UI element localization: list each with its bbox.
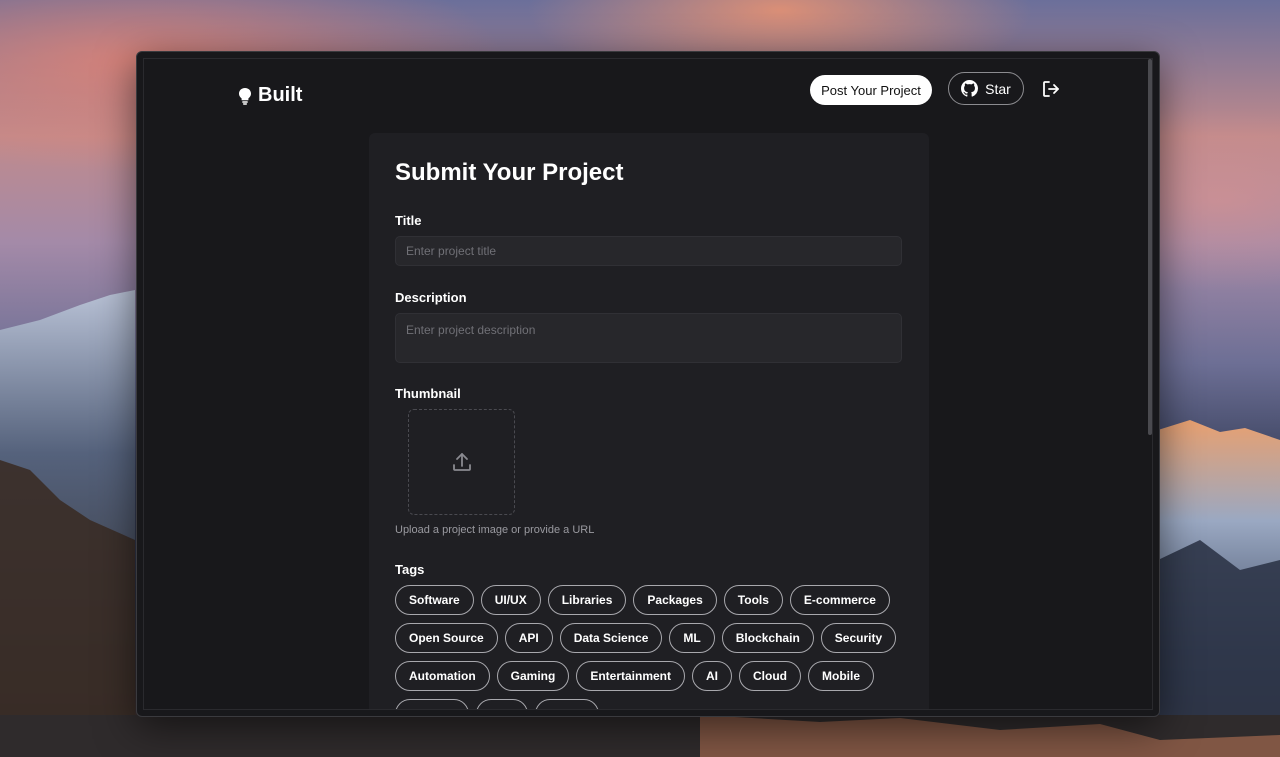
page-scrollbar[interactable] xyxy=(1148,59,1152,435)
title-input[interactable] xyxy=(395,236,902,266)
app-window: Built Post Your Project Star Submit Your… xyxy=(136,51,1160,717)
thumbnail-label: Thumbnail xyxy=(395,386,461,401)
tag-chip[interactable]: ML xyxy=(669,623,715,653)
page-title: Submit Your Project xyxy=(395,159,624,186)
app-viewport: Built Post Your Project Star Submit Your… xyxy=(143,58,1153,710)
tag-chip[interactable]: Open Source xyxy=(395,623,498,653)
tag-chip[interactable]: E-commerce xyxy=(789,585,890,615)
tag-chip[interactable]: UI/UX xyxy=(480,585,541,615)
tag-chip[interactable]: Security xyxy=(820,623,897,653)
tag-chip[interactable]: Gaming xyxy=(496,661,570,691)
tag-chip[interactable]: API xyxy=(504,623,553,653)
brand-name: Built xyxy=(258,84,303,106)
tag-chip[interactable]: Software xyxy=(395,585,474,615)
description-label: Description xyxy=(395,290,467,305)
tag-chip[interactable]: AI xyxy=(692,661,733,691)
tag-chip[interactable]: Blockchain xyxy=(721,623,814,653)
tag-chip[interactable] xyxy=(476,699,528,709)
upload-icon xyxy=(452,453,471,471)
logout-icon[interactable] xyxy=(1041,79,1061,99)
star-label: Star xyxy=(985,80,1011,97)
thumbnail-dropzone[interactable] xyxy=(408,409,515,515)
lightbulb-icon xyxy=(239,87,251,105)
tag-chip[interactable]: Entertainment xyxy=(576,661,686,691)
github-star-button[interactable]: Star xyxy=(948,72,1024,105)
tag-chip[interactable]: Packages xyxy=(633,585,717,615)
brand-logo[interactable]: Built xyxy=(238,84,302,107)
tag-chip[interactable]: Libraries xyxy=(547,585,627,615)
tag-chip[interactable]: Data Science xyxy=(559,623,663,653)
tags-label: Tags xyxy=(395,562,425,577)
tag-chip[interactable]: Mobile xyxy=(808,661,875,691)
tag-chip[interactable] xyxy=(535,699,599,709)
tag-chip[interactable]: Cloud xyxy=(739,661,802,691)
tag-list: Software UI/UX Libraries Packages Tools … xyxy=(395,585,915,709)
post-project-button[interactable]: Post Your Project xyxy=(810,75,932,105)
title-label: Title xyxy=(395,213,422,228)
tag-chip[interactable]: Automation xyxy=(395,661,490,691)
tag-chip[interactable] xyxy=(395,699,469,709)
tag-chip[interactable]: Tools xyxy=(723,585,783,615)
thumbnail-helper-text: Upload a project image or provide a URL xyxy=(395,524,595,536)
description-input[interactable] xyxy=(395,313,902,363)
submit-project-card: Submit Your Project Title Description Th… xyxy=(369,133,929,709)
github-icon xyxy=(961,80,979,97)
